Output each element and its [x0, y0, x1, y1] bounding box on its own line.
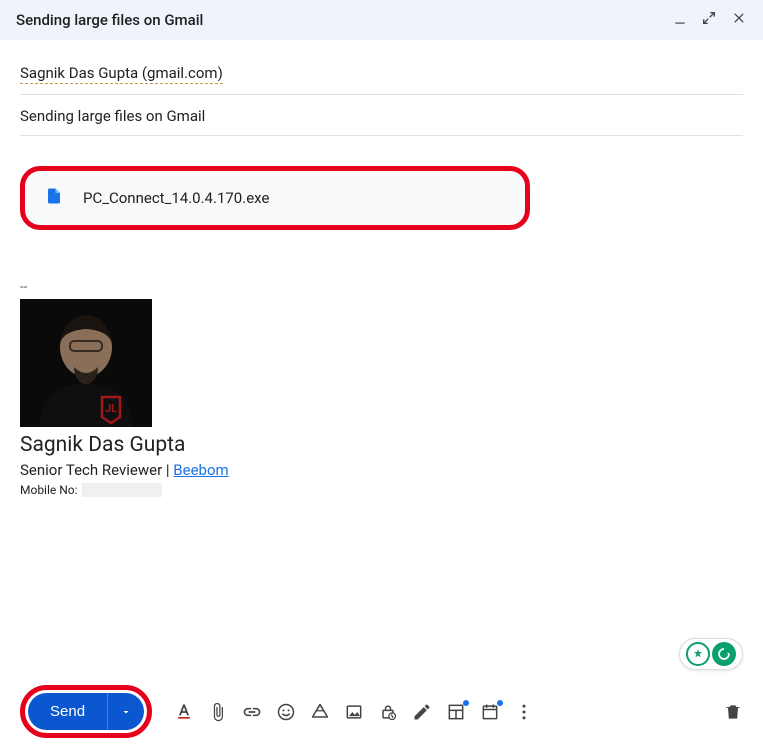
- notification-dot: [497, 700, 503, 706]
- signature-title: Senior Tech Reviewer | Beebom: [20, 461, 743, 479]
- recipient-field[interactable]: Sagnik Das Gupta (gmail.com): [20, 48, 743, 95]
- compose-header: Sending large files on Gmail: [0, 0, 763, 40]
- signature-name: Sagnik Das Gupta: [20, 433, 743, 457]
- minimize-icon[interactable]: [673, 11, 687, 30]
- chevron-down-icon: [120, 706, 132, 718]
- calendar-icon[interactable]: [480, 702, 500, 722]
- attach-icon[interactable]: [208, 702, 228, 722]
- send-options-button[interactable]: [108, 693, 144, 730]
- confidential-icon[interactable]: [378, 702, 398, 722]
- more-icon[interactable]: [514, 702, 534, 722]
- email-body[interactable]: PC_Connect_14.0.4.170.exe -- JL Sagnik D…: [20, 136, 743, 497]
- grammarly-badge-icon[interactable]: [712, 642, 736, 666]
- compose-content: Sagnik Das Gupta (gmail.com) Sending lar…: [0, 40, 763, 497]
- header-controls: [673, 10, 747, 30]
- image-icon[interactable]: [344, 702, 364, 722]
- svg-text:JL: JL: [105, 402, 117, 415]
- link-icon[interactable]: [242, 702, 262, 722]
- compose-toolbar: Send: [20, 685, 743, 738]
- signature-company-link[interactable]: Beebom: [173, 461, 228, 479]
- trash-icon[interactable]: [723, 702, 743, 722]
- extension-badges[interactable]: [679, 638, 743, 670]
- assist-badge-icon[interactable]: [686, 642, 710, 666]
- attachment-filename[interactable]: PC_Connect_14.0.4.170.exe: [83, 189, 269, 207]
- mobile-label: Mobile No:: [20, 483, 78, 497]
- close-icon[interactable]: [731, 10, 747, 30]
- expand-icon[interactable]: [701, 10, 717, 30]
- notification-dot: [463, 700, 469, 706]
- formatting-icon[interactable]: [174, 702, 194, 722]
- signature-photo: JL: [20, 299, 152, 427]
- send-highlight: Send: [20, 685, 152, 738]
- signature-divider: |: [166, 461, 170, 479]
- mobile-redacted: [82, 483, 162, 497]
- signature-separator: --: [20, 280, 743, 295]
- signature-mobile: Mobile No:: [20, 483, 743, 497]
- recipient-chip[interactable]: Sagnik Das Gupta (gmail.com): [20, 64, 223, 84]
- toolbar-left: Send: [20, 685, 534, 738]
- file-icon: [45, 185, 63, 211]
- compose-title: Sending large files on Gmail: [16, 11, 203, 29]
- send-button[interactable]: Send: [28, 693, 108, 730]
- subject-field[interactable]: Sending large files on Gmail: [20, 95, 743, 136]
- drive-icon[interactable]: [310, 702, 330, 722]
- signature-icon[interactable]: [412, 702, 432, 722]
- toolbar-right: [723, 702, 743, 722]
- emoji-icon[interactable]: [276, 702, 296, 722]
- template-icon[interactable]: [446, 702, 466, 722]
- attachment-highlight: PC_Connect_14.0.4.170.exe: [20, 166, 530, 230]
- signature-role: Senior Tech Reviewer: [20, 461, 162, 479]
